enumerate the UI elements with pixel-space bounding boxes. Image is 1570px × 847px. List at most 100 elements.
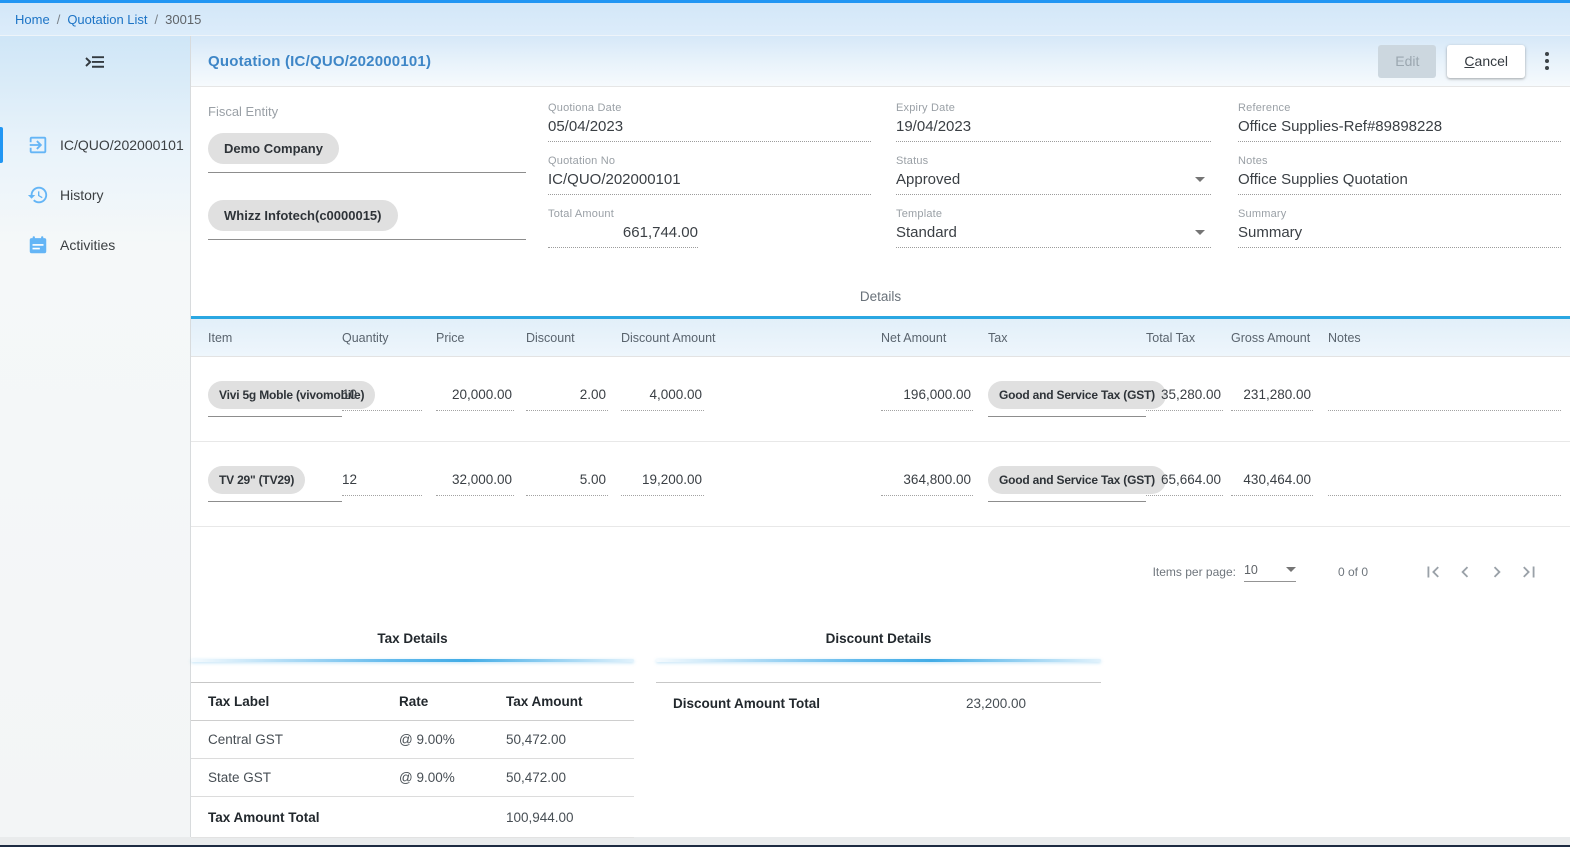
template-select[interactable]: Template Standard	[896, 208, 1211, 248]
quotation-no-field[interactable]: Quotation No IC/QUO/202000101	[548, 155, 871, 195]
company-chip[interactable]: Demo Company	[208, 133, 339, 164]
details-table-header: Item Quantity Price Discount Discount Am…	[191, 319, 1570, 357]
next-page-button[interactable]	[1484, 559, 1510, 585]
table-row: TV 29" (TV29) 12 32,000.00 5.00 19,200.0…	[191, 442, 1570, 527]
tax-label: State GST	[191, 770, 382, 785]
sidebar-nav: IC/QUO/202000101 History	[0, 120, 190, 270]
quotation-form: Fiscal Entity Demo Company Whizz Infotec…	[191, 87, 1570, 273]
quantity-field[interactable]: 12	[342, 472, 422, 496]
notes-field[interactable]	[1328, 472, 1561, 496]
tax-field[interactable]: Good and Service Tax (GST)	[988, 381, 1146, 417]
previous-page-button[interactable]	[1452, 559, 1478, 585]
field-value: Approved	[896, 171, 960, 188]
column-header: Price	[436, 331, 526, 345]
items-per-page-select[interactable]: 10	[1244, 563, 1296, 582]
item-field[interactable]: TV 29" (TV29)	[208, 466, 342, 502]
tax-label: Central GST	[191, 732, 382, 747]
sidebar-item-history[interactable]: History	[0, 170, 190, 220]
notes-field[interactable]	[1328, 387, 1561, 411]
last-page-button[interactable]	[1516, 559, 1542, 585]
first-page-icon	[1422, 561, 1444, 583]
price-field[interactable]: 32,000.00	[436, 472, 514, 496]
field-value: Standard	[896, 224, 957, 241]
tax-field[interactable]: Good and Service Tax (GST)	[988, 466, 1146, 502]
status-select[interactable]: Status Approved	[896, 155, 1211, 195]
field-label: Total Amount	[548, 208, 871, 220]
price-field[interactable]: 20,000.00	[436, 387, 514, 411]
field-label: Reference	[1238, 102, 1561, 114]
column-header: Tax Amount	[490, 694, 634, 709]
column-header: Quantity	[342, 331, 436, 345]
items-per-page-label: Items per page:	[1153, 565, 1236, 579]
discount-total-row: Discount Amount Total 23,200.00	[656, 682, 1101, 724]
reference-field[interactable]: Reference Office Supplies-Ref#89898228	[1238, 102, 1561, 142]
details-table: Item Quantity Price Discount Discount Am…	[191, 316, 1570, 527]
discount-amount-field[interactable]: 19,200.00	[621, 472, 704, 496]
discount-field[interactable]: 5.00	[526, 472, 608, 496]
field-label: Quotiona Date	[548, 102, 871, 114]
field-value: 05/04/2023	[548, 114, 871, 142]
expiry-date-field[interactable]: Expiry Date 19/04/2023	[896, 102, 1211, 142]
menu-open-icon	[83, 50, 107, 79]
company-field[interactable]: Demo Company	[208, 133, 526, 173]
table-row: Vivi 5g Moble (vivomobile) 10 20,000.00 …	[191, 357, 1570, 442]
customer-field[interactable]: Whizz Infotech(c0000015)	[208, 200, 526, 240]
field-label: Summary	[1238, 208, 1561, 220]
tax-rate: @ 9.00%	[382, 770, 490, 785]
column-header: Discount Amount	[621, 331, 716, 345]
cancel-button[interactable]: Cancel	[1447, 45, 1525, 78]
first-page-button[interactable]	[1420, 559, 1446, 585]
tax-amount: 50,472.00	[490, 732, 634, 747]
gross-amount-field[interactable]: 231,280.00	[1231, 387, 1313, 411]
main-content: Quotation (IC/QUO/202000101) Edit Cancel…	[191, 36, 1570, 837]
discount-total-amount: 23,200.00	[966, 696, 1101, 711]
total-tax-field[interactable]: 35,280.00	[1146, 387, 1223, 411]
page-range-label: 0 of 0	[1338, 565, 1368, 579]
edit-button[interactable]: Edit	[1378, 45, 1436, 78]
quantity-field[interactable]: 10	[342, 387, 422, 411]
breadcrumb-separator: /	[57, 12, 61, 27]
total-amount-field[interactable]: Total Amount 661,744.00	[548, 208, 871, 248]
history-icon	[26, 183, 50, 207]
item-chip[interactable]: TV 29" (TV29)	[208, 466, 305, 494]
tax-chip[interactable]: Good and Service Tax (GST)	[988, 466, 1166, 494]
event-note-icon	[26, 233, 50, 257]
breadcrumb-quotation-list-link[interactable]: Quotation List	[67, 12, 147, 27]
breadcrumb-home-link[interactable]: Home	[15, 12, 50, 27]
notes-field[interactable]: Notes Office Supplies Quotation	[1238, 155, 1561, 195]
tax-total-label: Tax Amount Total	[191, 810, 382, 825]
item-field[interactable]: Vivi 5g Moble (vivomobile)	[208, 381, 342, 417]
sidebar-item-quotation[interactable]: IC/QUO/202000101	[0, 120, 190, 170]
discount-amount-field[interactable]: 4,000.00	[621, 387, 704, 411]
last-page-icon	[1518, 561, 1540, 583]
cancel-button-label: Cancel	[1464, 53, 1508, 69]
chevron-down-icon	[1195, 177, 1205, 182]
chevron-down-icon	[1195, 230, 1205, 235]
gross-amount-field[interactable]: 430,464.00	[1231, 472, 1313, 496]
field-value: 19/04/2023	[896, 114, 1211, 142]
field-label: Notes	[1238, 155, 1561, 167]
tax-details-title: Tax Details	[191, 621, 634, 659]
breadcrumb-current-page: 30015	[165, 12, 201, 27]
sidebar-item-label: Activities	[60, 237, 115, 253]
net-amount-field[interactable]: 364,800.00	[881, 472, 973, 496]
sidebar-item-label: IC/QUO/202000101	[60, 137, 184, 153]
tax-chip[interactable]: Good and Service Tax (GST)	[988, 381, 1166, 409]
chevron-left-icon	[1454, 561, 1476, 583]
net-amount-field[interactable]: 196,000.00	[881, 387, 973, 411]
discount-total-label: Discount Amount Total	[656, 696, 966, 711]
field-value: IC/QUO/202000101	[548, 167, 871, 195]
menu-toggle-button[interactable]	[0, 36, 190, 92]
table-row: Central GST @ 9.00% 50,472.00	[191, 721, 634, 759]
total-tax-field[interactable]: 65,664.00	[1146, 472, 1223, 496]
sidebar: IC/QUO/202000101 History	[0, 36, 191, 837]
summary-field[interactable]: Summary Summary	[1238, 208, 1561, 248]
footer-gap	[0, 837, 1570, 845]
discount-field[interactable]: 2.00	[526, 387, 608, 411]
exit-to-app-icon	[26, 133, 50, 157]
sidebar-item-activities[interactable]: Activities	[0, 220, 190, 270]
customer-chip[interactable]: Whizz Infotech(c0000015)	[208, 200, 398, 231]
quotiona-date-field[interactable]: Quotiona Date 05/04/2023	[548, 102, 871, 142]
more-options-button[interactable]	[1538, 48, 1556, 74]
column-header: Tax Label	[191, 694, 382, 709]
